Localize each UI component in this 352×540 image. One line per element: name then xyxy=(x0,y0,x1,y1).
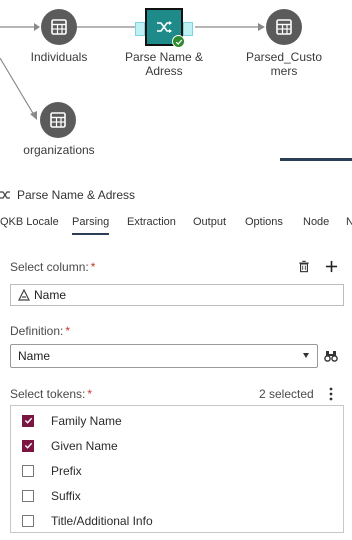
checkbox-family-name[interactable] xyxy=(22,414,34,427)
token-label: Title/Additional Info xyxy=(51,513,153,528)
definition-value: Name xyxy=(18,349,51,363)
table-icon xyxy=(50,112,66,128)
node-parse-name-address[interactable] xyxy=(135,8,193,48)
token-label: Suffix xyxy=(51,488,81,503)
tab-options[interactable]: Options xyxy=(245,216,283,228)
tab-more[interactable]: N xyxy=(346,216,352,228)
token-row-suffix[interactable]: Suffix xyxy=(11,483,343,508)
panel-title-text: Parse Name & Adress xyxy=(17,188,136,202)
panel-title: Parse Name & Adress xyxy=(0,186,135,204)
chevron-down-icon xyxy=(303,353,309,358)
token-label: Family Name xyxy=(51,413,122,428)
checkbox-title-additional-info[interactable] xyxy=(22,514,34,527)
input-port[interactable] xyxy=(135,22,145,36)
parse-shuffle-icon xyxy=(0,191,10,199)
add-icon[interactable] xyxy=(324,259,338,273)
node-label-individuals: Individuals xyxy=(30,50,88,64)
token-label: Given Name xyxy=(51,438,118,453)
definition-label: Definition: * xyxy=(10,324,71,338)
token-row-family-name[interactable]: Family Name xyxy=(11,408,343,433)
delete-icon[interactable] xyxy=(297,259,311,273)
node-label-organizations: organizations xyxy=(23,143,95,157)
table-icon xyxy=(276,19,292,35)
arrowhead xyxy=(30,111,37,120)
flow-canvas[interactable]: Individuals Parse Name & Adress Parsed_C… xyxy=(0,0,352,170)
selected-column-name: Name xyxy=(34,288,67,302)
binoculars-icon[interactable] xyxy=(324,349,338,363)
canvas-scroll-indicator[interactable] xyxy=(280,158,352,161)
token-row-given-name[interactable]: Given Name xyxy=(11,433,343,458)
token-label: Prefix xyxy=(51,463,82,478)
checkbox-prefix[interactable] xyxy=(22,464,34,477)
character-column-icon xyxy=(18,289,30,301)
node-parsed-customers[interactable] xyxy=(266,9,302,45)
connector-incoming-organizations xyxy=(0,57,35,116)
tab-node[interactable]: Node xyxy=(303,216,329,228)
select-column-label: Select column: * xyxy=(10,260,96,274)
tokens-selected-count: 2 selected xyxy=(259,387,314,401)
token-row-title-additional-info[interactable]: Title/Additional Info xyxy=(11,508,343,533)
table-icon xyxy=(51,19,67,35)
tab-parsing[interactable]: Parsing xyxy=(72,216,110,235)
token-row-prefix[interactable]: Prefix xyxy=(11,458,343,483)
checkbox-given-name[interactable] xyxy=(22,439,34,452)
selected-column-field[interactable]: Name xyxy=(10,284,344,306)
select-tokens-label: Select tokens: * xyxy=(10,387,93,401)
property-tabs: QKB Locale Parsing Extraction Output Opt… xyxy=(0,210,352,236)
arrowhead xyxy=(258,23,265,31)
definition-dropdown[interactable]: Name xyxy=(10,344,318,368)
node-label-parsed-customers: Parsed_Custo mers xyxy=(245,50,323,78)
parse-shuffle-icon xyxy=(157,21,172,33)
more-options-icon[interactable] xyxy=(327,387,335,401)
node-organizations[interactable] xyxy=(40,102,76,138)
node-label-parse: Parse Name & Adress xyxy=(124,50,204,78)
token-list: Family Name Given Name Prefix Suffix Tit… xyxy=(10,405,344,533)
checkbox-suffix[interactable] xyxy=(22,489,34,502)
node-individuals[interactable] xyxy=(41,9,77,45)
output-port[interactable] xyxy=(183,22,193,36)
tab-output[interactable]: Output xyxy=(193,216,226,228)
success-check-icon xyxy=(172,35,185,48)
arrowhead xyxy=(34,23,40,31)
tab-qkb-locale[interactable]: QKB Locale xyxy=(0,216,59,228)
tab-extraction[interactable]: Extraction xyxy=(127,216,176,228)
